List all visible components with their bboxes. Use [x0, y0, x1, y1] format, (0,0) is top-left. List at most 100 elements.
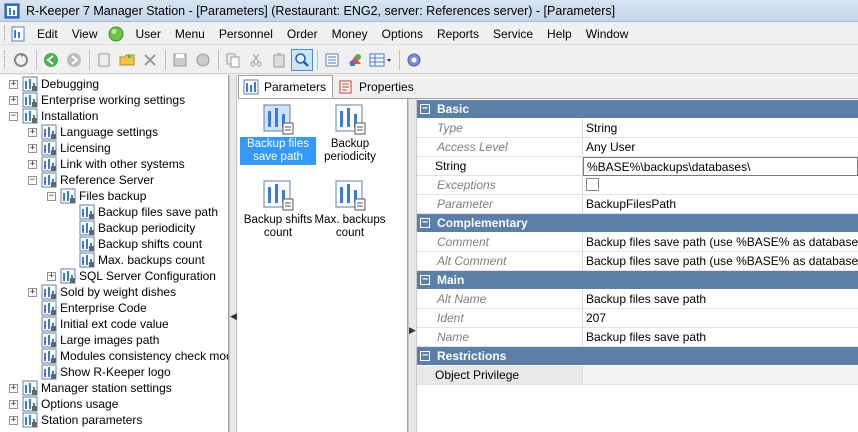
- prop-value-alt-comment[interactable]: Backup files save path (use %BASE% as da…: [583, 252, 858, 271]
- properties-button[interactable]: [321, 49, 343, 71]
- tree-item[interactable]: + Licensing: [28, 140, 111, 156]
- document-icon[interactable]: [10, 26, 26, 42]
- green-circle-icon[interactable]: [108, 26, 124, 42]
- collapse-icon[interactable]: −: [9, 111, 18, 121]
- paste-button[interactable]: [268, 49, 290, 71]
- delete-button[interactable]: [139, 49, 161, 71]
- cancel-button[interactable]: [192, 49, 214, 71]
- category-complementary[interactable]: − Complementary: [417, 214, 858, 232]
- cancel-icon: [196, 53, 210, 66]
- find-button[interactable]: [291, 48, 313, 71]
- collapse-icon[interactable]: −: [420, 104, 430, 114]
- cut-button[interactable]: [245, 49, 267, 71]
- tree-item[interactable]: + Debugging: [9, 76, 99, 92]
- collapse-icon[interactable]: −: [28, 175, 37, 185]
- exceptions-checkbox[interactable]: [586, 178, 599, 191]
- back-button[interactable]: [40, 49, 62, 71]
- refresh-button[interactable]: [10, 49, 32, 71]
- parameter-node-icon: [41, 332, 57, 348]
- collapse-icon[interactable]: −: [420, 275, 430, 285]
- tree-item[interactable]: + Enterprise working settings: [9, 92, 185, 108]
- grid-splitter[interactable]: ▶: [408, 99, 417, 432]
- expand-icon[interactable]: +: [28, 143, 37, 153]
- tree-item[interactable]: Modules consistency check mode: [28, 348, 228, 364]
- toolbar-separator: [89, 49, 90, 70]
- tree-item[interactable]: Show R-Keeper logo: [28, 364, 171, 380]
- tree-item[interactable]: − Files backup: [47, 188, 146, 204]
- tree-item[interactable]: Backup files save path: [66, 204, 218, 220]
- forward-button[interactable]: [63, 49, 85, 71]
- prop-value-object-privilege[interactable]: [583, 366, 858, 385]
- menu-options[interactable]: Options: [375, 24, 430, 44]
- expand-icon[interactable]: +: [9, 383, 18, 393]
- menu-user[interactable]: User: [128, 24, 167, 44]
- parameters-icon-view[interactable]: Backup files save path Backup periodicity…: [238, 99, 408, 432]
- tree-item[interactable]: − Reference Server: [28, 172, 154, 188]
- menu-menu[interactable]: Menu: [168, 24, 212, 44]
- parameter-icon-item[interactable]: Backup shifts count: [240, 179, 316, 241]
- menu-help[interactable]: Help: [540, 24, 579, 44]
- tree-item[interactable]: + Link with other systems: [28, 156, 185, 172]
- open-button[interactable]: [116, 49, 138, 71]
- category-basic[interactable]: − Basic: [417, 100, 858, 118]
- tab-strip: Parameters Properties: [238, 75, 858, 99]
- forward-icon: [67, 52, 81, 67]
- new-button[interactable]: [93, 49, 115, 71]
- tree-item[interactable]: + Language settings: [28, 124, 158, 140]
- tree-item[interactable]: + Manager station settings: [9, 380, 172, 396]
- expand-icon[interactable]: +: [47, 271, 56, 281]
- copy-button[interactable]: [222, 49, 244, 71]
- expand-icon[interactable]: +: [9, 415, 18, 425]
- category-main[interactable]: − Main: [417, 271, 858, 289]
- menu-order[interactable]: Order: [280, 24, 325, 44]
- collapse-icon[interactable]: −: [420, 351, 430, 361]
- menu-view[interactable]: View: [65, 24, 105, 44]
- tree-item[interactable]: Backup periodicity: [66, 220, 195, 236]
- parameters-tree[interactable]: + Debugging + Enterprise working settings − I…: [0, 75, 229, 432]
- tree-item[interactable]: + Sold by weight dishes: [28, 284, 176, 300]
- menu-edit[interactable]: Edit: [30, 24, 65, 44]
- tree-item-label: Initial ext code value: [60, 317, 169, 331]
- menu-personnel[interactable]: Personnel: [212, 24, 280, 44]
- view-mode-button[interactable]: [367, 49, 395, 71]
- tree-item[interactable]: − Installation: [9, 108, 98, 124]
- prop-value-comment[interactable]: Backup files save path (use %BASE% as da…: [583, 233, 858, 252]
- tree-splitter[interactable]: ◀: [229, 75, 237, 432]
- collapse-icon[interactable]: −: [47, 191, 56, 201]
- expand-icon[interactable]: +: [28, 159, 37, 169]
- expand-icon[interactable]: +: [28, 287, 37, 297]
- prop-value-alt-name[interactable]: Backup files save path: [583, 290, 858, 309]
- expand-icon[interactable]: +: [9, 399, 18, 409]
- search-icon: [295, 52, 309, 67]
- menu-reports[interactable]: Reports: [430, 24, 486, 44]
- tree-item[interactable]: Max. backups count: [66, 252, 205, 268]
- save-button[interactable]: [169, 49, 191, 71]
- expand-icon[interactable]: +: [9, 79, 18, 89]
- menu-window[interactable]: Window: [579, 24, 636, 44]
- expand-icon[interactable]: +: [9, 95, 18, 105]
- tree-item[interactable]: Initial ext code value: [28, 316, 169, 332]
- prop-value-name[interactable]: Backup files save path: [583, 328, 858, 347]
- collapse-left-arrow-icon[interactable]: ◀: [230, 311, 237, 322]
- tab-parameters[interactable]: Parameters: [238, 75, 334, 98]
- category-restrictions[interactable]: − Restrictions: [417, 347, 858, 365]
- settings-button[interactable]: [403, 49, 425, 71]
- tree-item[interactable]: + Station parameters: [9, 412, 142, 428]
- parameter-icon-item[interactable]: Backup files save path: [240, 103, 316, 165]
- tools-button[interactable]: [344, 49, 366, 71]
- collapse-icon[interactable]: −: [420, 218, 430, 228]
- menu-money[interactable]: Money: [325, 24, 375, 44]
- tree-item[interactable]: + Options usage: [9, 396, 118, 412]
- tree-item[interactable]: Backup shifts count: [66, 236, 202, 252]
- expand-icon[interactable]: +: [28, 127, 37, 137]
- prop-value-type: String: [583, 119, 858, 138]
- prop-value-string-input[interactable]: %BASE%\backups\databases\: [583, 157, 858, 176]
- tree-item[interactable]: Enterprise Code: [28, 300, 147, 316]
- expand-right-arrow-icon[interactable]: ▶: [409, 325, 416, 336]
- tree-item[interactable]: + SQL Server Configuration: [47, 268, 216, 284]
- menu-service[interactable]: Service: [486, 24, 540, 44]
- tab-properties[interactable]: Properties: [333, 76, 421, 98]
- parameter-icon-item[interactable]: Backup periodicity: [312, 103, 388, 165]
- parameter-icon-item[interactable]: Max. backups count: [312, 179, 388, 241]
- tree-item[interactable]: Large images path: [28, 332, 159, 348]
